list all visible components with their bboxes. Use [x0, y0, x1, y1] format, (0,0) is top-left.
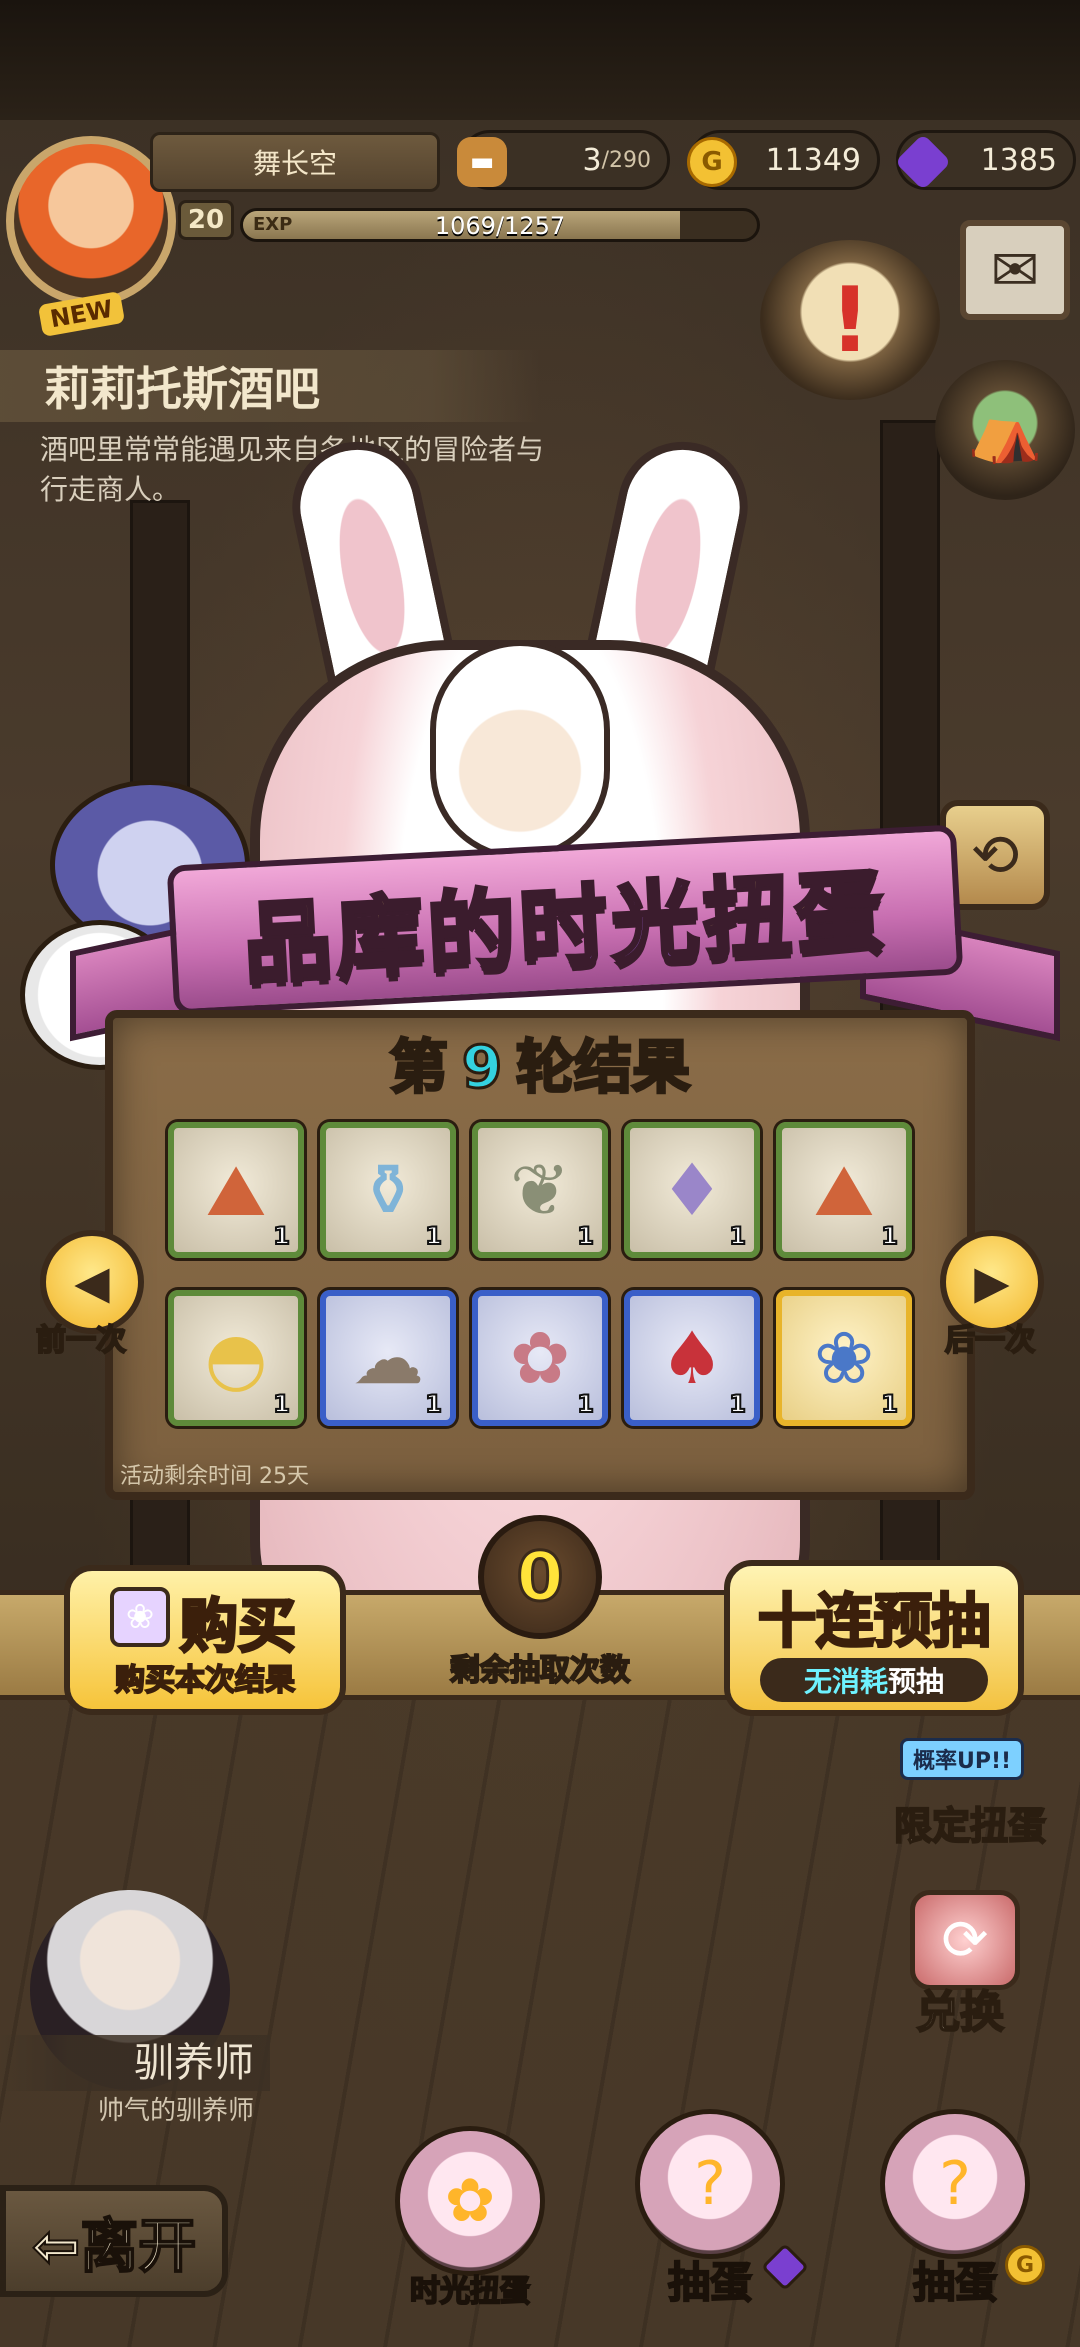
next-round-label: 后一次 — [944, 1322, 1036, 1359]
ten-draw-preview-button[interactable]: 十连预抽 无消耗 预抽 — [724, 1560, 1024, 1716]
time-gacha-icon: ✿ — [395, 2126, 545, 2276]
gold-coin-icon: G — [687, 137, 737, 187]
bag-button[interactable]: ⛺ — [935, 360, 1075, 500]
round-prefix: 第 — [388, 1032, 449, 1103]
egg-icon: ? — [635, 2109, 785, 2259]
previous-round-label: 前一次 — [35, 1322, 127, 1359]
item-quantity: 1 — [576, 1389, 595, 1419]
rate-up-badge: 概率UP!! — [900, 1738, 1025, 1780]
stamina-max: /290 — [601, 147, 651, 173]
purple-crystal-icon: ♦ — [659, 1148, 725, 1232]
banner-title-part-c: 扭蛋 — [698, 857, 891, 973]
banner-title-part-a: 品库的 — [239, 876, 524, 997]
item-quantity: 1 — [880, 1221, 899, 1251]
fire-ore-icon: ⛰ — [813, 1148, 875, 1232]
gold-gacha-label: 抽蛋 — [912, 2257, 998, 2308]
gold-amount: 11349 — [765, 142, 861, 178]
result-slot[interactable]: ❀ 1 — [776, 1290, 912, 1426]
exchange-label: 兑换 — [915, 1986, 1005, 2039]
result-slot[interactable]: ◓ 1 — [168, 1290, 304, 1426]
result-slot[interactable]: ♦ 1 — [624, 1122, 760, 1258]
buy-item-icon: ❀ — [110, 1587, 170, 1647]
ten-draw-sublabel: 无消耗 预抽 — [760, 1658, 988, 1702]
gem-gacha-label: 抽蛋 — [667, 2257, 753, 2308]
gem-counter[interactable]: 1385 — [894, 130, 1076, 191]
npc-name: 驯养师 — [0, 2035, 270, 2091]
gem-gacha-button[interactable]: ? 抽蛋 — [625, 2090, 795, 2310]
stamina-current: 3 — [582, 142, 602, 178]
result-slot[interactable]: ⚱ 1 — [320, 1122, 456, 1258]
arrow-left-icon: ◀ — [74, 1255, 110, 1309]
sheep-mascot — [430, 640, 610, 860]
npc-title: 帅气的驯养师 — [97, 2096, 254, 2126]
buy-button[interactable]: ❀ 购买 购买本次结果 — [64, 1565, 346, 1715]
exp-bar: EXP 1069/1257 — [240, 208, 760, 242]
item-quantity: 1 — [576, 1221, 595, 1251]
draws-remaining: 0 — [478, 1515, 602, 1639]
leave-button[interactable]: ⇦离开 — [0, 2185, 228, 2297]
location-title: 莉莉托斯酒吧 — [0, 350, 540, 422]
item-quantity: 1 — [272, 1389, 291, 1419]
exp-text: 1069/1257 — [434, 212, 566, 240]
buy-sublabel: 购买本次结果 — [114, 1662, 296, 1699]
exchange-button[interactable]: 兑换 — [860, 1890, 1060, 2040]
envelope-icon: ✉ — [990, 236, 1040, 304]
buy-label: 购买 — [178, 1591, 297, 1662]
moon-helmet-icon: ◓ — [204, 1316, 268, 1400]
top-strip — [0, 0, 1080, 120]
backpack-icon: ⛺ — [967, 395, 1043, 466]
item-quantity: 1 — [272, 1221, 291, 1251]
round-suffix: 轮结果 — [515, 1032, 692, 1103]
red-helmet-icon: ♠ — [659, 1316, 725, 1400]
banner-title-part-b: 时光 — [515, 866, 708, 982]
time-gacha-button[interactable]: ✿ 时光扭蛋 — [385, 2090, 555, 2310]
result-slot[interactable]: ✿ 1 — [472, 1290, 608, 1426]
return-arrow-icon: ⟲ — [970, 821, 1020, 889]
draws-remaining-label: 剩余抽取次数 — [449, 1652, 631, 1689]
potion-bottle-icon: ⚱ — [357, 1148, 419, 1232]
leaf-icon: ❦ — [509, 1148, 571, 1232]
gem-amount: 1385 — [980, 142, 1057, 178]
no-cost-text: 无消耗 — [803, 1665, 888, 1698]
gold-cost-icon: G — [1005, 2245, 1045, 2285]
result-slot[interactable]: ♠ 1 — [624, 1290, 760, 1426]
item-quantity: 1 — [728, 1389, 747, 1419]
sheep-pet-icon: ☁ — [352, 1316, 424, 1400]
round-number: 9 — [460, 1032, 503, 1103]
bread-icon: ▬ — [457, 137, 507, 187]
result-slot[interactable]: ⛰ 1 — [776, 1122, 912, 1258]
round-title: 第 9 轮结果 — [0, 1020, 1080, 1104]
quest-scroll-button[interactable]: ! — [760, 240, 940, 400]
mail-button[interactable]: ✉ — [960, 220, 1070, 320]
gold-counter[interactable]: G 11349 — [687, 130, 880, 190]
player-name: 舞长空 — [150, 132, 440, 192]
limited-gacha-label: 限定扭蛋 — [893, 1803, 1047, 1849]
event-time-left: 活动剩余时间 25天 — [120, 1464, 309, 1489]
stamina-counter[interactable]: ▬ 3/290 — [457, 130, 670, 190]
item-quantity: 1 — [424, 1389, 443, 1419]
player-level: 20 — [178, 200, 234, 240]
exclamation-icon: ! — [829, 267, 871, 373]
result-slot[interactable]: ⛰ 1 — [168, 1122, 304, 1258]
egg-icon: ? — [880, 2109, 1030, 2259]
rabbit-pet-icon: ❀ — [813, 1316, 875, 1400]
result-slot[interactable]: ❦ 1 — [472, 1122, 608, 1258]
preview-text: 预抽 — [888, 1665, 945, 1698]
gift-sack-icon: ✿ — [509, 1316, 571, 1400]
time-gacha-label: 时光扭蛋 — [409, 2273, 531, 2310]
arrow-right-icon: ▶ — [974, 1255, 1010, 1309]
fire-ore-icon: ⛰ — [205, 1148, 267, 1232]
ten-draw-label: 十连预抽 — [756, 1586, 991, 1657]
item-quantity: 1 — [880, 1389, 899, 1419]
result-slot[interactable]: ☁ 1 — [320, 1290, 456, 1426]
item-quantity: 1 — [424, 1221, 443, 1251]
item-quantity: 1 — [728, 1221, 747, 1251]
